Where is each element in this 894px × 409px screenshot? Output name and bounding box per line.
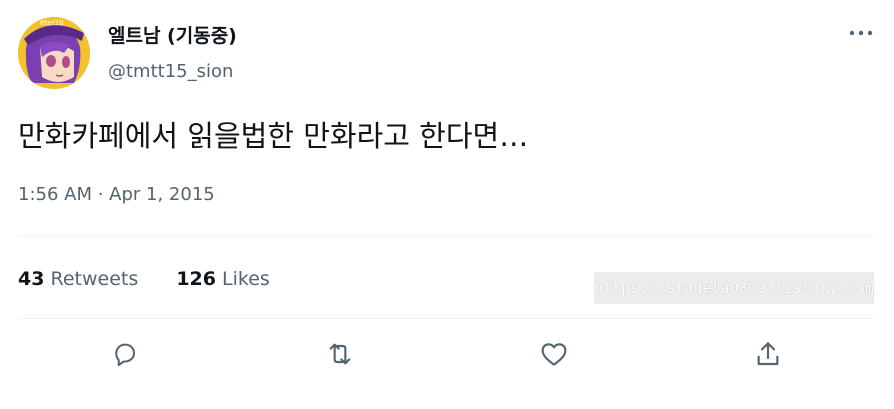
more-icon bbox=[849, 30, 873, 36]
tweet-text: 만화카페에서 읽을법한 만화라고 한다면… bbox=[18, 119, 529, 153]
retweet-button[interactable] bbox=[322, 336, 358, 372]
retweets-count: 43 bbox=[18, 268, 45, 290]
avatar[interactable]: itter20 bbox=[18, 17, 90, 89]
author-handle[interactable]: @tmtt15_sion bbox=[108, 60, 233, 84]
avatar-image: itter20 bbox=[18, 17, 90, 89]
author-display-name[interactable]: 엘트남 (기동중) bbox=[108, 24, 237, 48]
likes-stat[interactable]: 126 Likes bbox=[176, 262, 270, 296]
svg-text:itter20: itter20 bbox=[40, 19, 64, 27]
divider bbox=[18, 318, 876, 319]
retweet-icon bbox=[329, 343, 351, 365]
heart-icon bbox=[541, 343, 567, 366]
share-button[interactable] bbox=[750, 336, 786, 372]
watermark: https://stadela0309.tistory.com bbox=[594, 272, 874, 304]
retweets-stat[interactable]: 43 Retweets bbox=[18, 262, 138, 296]
tweet-stats: 43 Retweets 126 Likes bbox=[18, 262, 302, 296]
share-icon bbox=[757, 342, 779, 366]
reply-button[interactable] bbox=[107, 336, 143, 372]
like-button[interactable] bbox=[536, 336, 572, 372]
retweets-label: Retweets bbox=[50, 268, 139, 290]
more-options-button[interactable] bbox=[846, 20, 876, 46]
likes-count: 126 bbox=[176, 268, 216, 290]
reply-icon bbox=[115, 343, 135, 366]
likes-label: Likes bbox=[222, 268, 270, 290]
tweet-timestamp[interactable]: 1:56 AM · Apr 1, 2015 bbox=[18, 181, 215, 209]
divider bbox=[18, 236, 876, 237]
